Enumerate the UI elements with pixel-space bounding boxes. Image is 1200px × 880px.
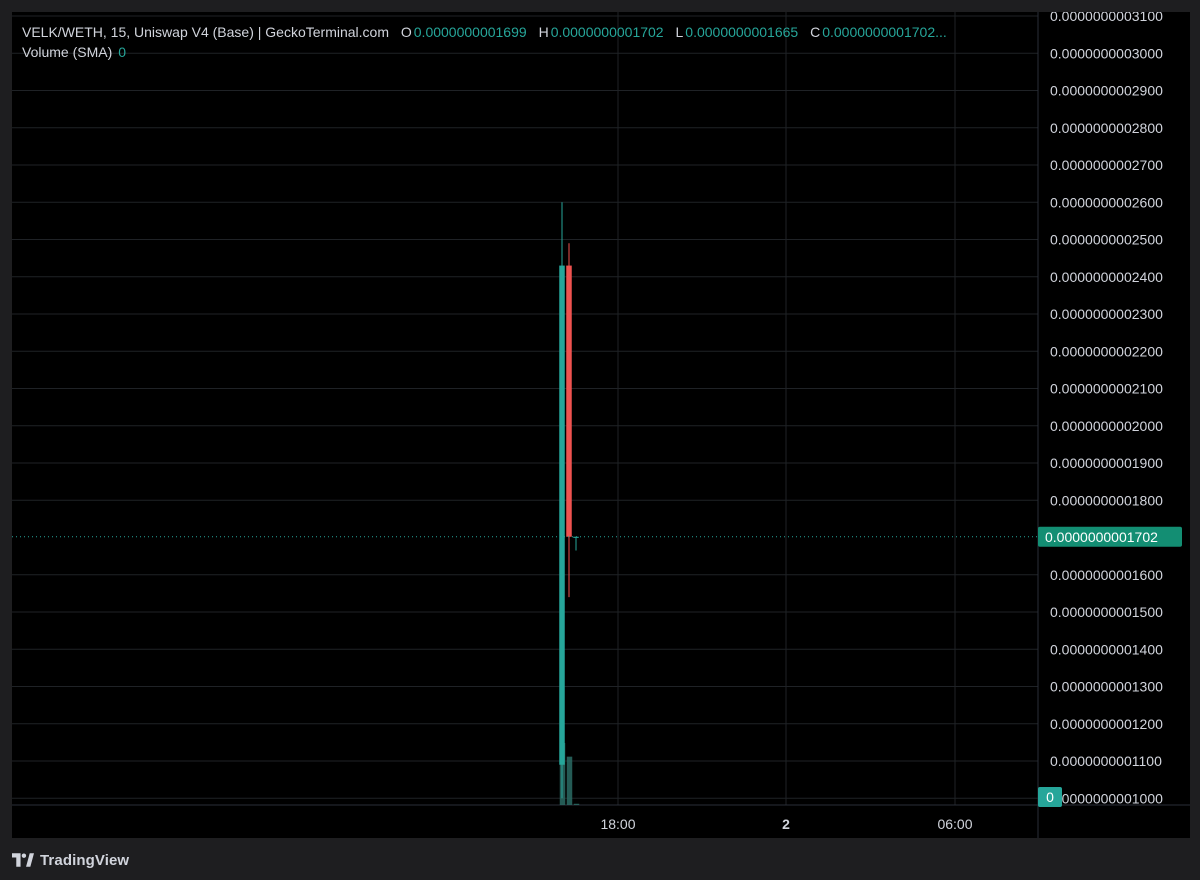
chart-panel[interactable]: 0.0000000003100 0.0000000003000 0.00000000… — [12, 12, 1190, 838]
high-key: H — [538, 24, 549, 40]
chart-frame: 0.0000000003100 0.0000000003000 0.00000000… — [0, 0, 1200, 880]
volume-legend-row: Volume (SMA) 0 — [22, 42, 947, 62]
y-tick-label: 0.0000000002500 — [1050, 232, 1163, 248]
y-tick-label: 0.0000000001100 — [1050, 753, 1162, 769]
y-tick-label: 0.0000000002600 — [1050, 194, 1163, 210]
y-tick-label: 0.0000000002200 — [1050, 343, 1163, 359]
price-axis[interactable]: 0.0000000003100 0.0000000003000 0.00000000… — [1050, 12, 1163, 806]
y-tick-label: 0.0000000002400 — [1050, 269, 1163, 285]
y-tick-label: 0.0000000001000 — [1050, 790, 1163, 806]
volume-label[interactable]: Volume (SMA) — [22, 44, 112, 60]
ohlc-legend-row: VELK/WETH, 15, Uniswap V4 (Base) | Gecko… — [22, 22, 947, 42]
tradingview-logo-icon — [12, 853, 34, 867]
y-tick-label: 0.0000000001300 — [1050, 679, 1163, 695]
high-value: 0.0000000001702 — [550, 24, 664, 40]
y-tick-label: 0.0000000001200 — [1050, 716, 1163, 732]
x-tick-label: 18:00 — [600, 816, 635, 832]
volume-value: 0 — [118, 44, 127, 60]
low-value: 0.0000000001665 — [685, 24, 799, 40]
y-tick-label: 0.0000000002700 — [1050, 157, 1163, 173]
close-value: 0.0000000001702... — [822, 24, 947, 40]
symbol-title[interactable]: VELK/WETH, 15, Uniswap V4 (Base) | Gecko… — [22, 24, 389, 40]
close-key: C — [810, 24, 821, 40]
current-price-label: 0.0000000001702 — [1045, 529, 1158, 545]
open-key: O — [400, 24, 412, 40]
open-value: 0.0000000001699 — [413, 24, 527, 40]
grid-lines — [12, 12, 1190, 838]
y-tick-label: 0.0000000002800 — [1050, 120, 1163, 136]
candle-body — [566, 265, 572, 537]
candle-body — [559, 265, 565, 765]
tradingview-branding[interactable]: TradingView — [12, 850, 129, 870]
y-tick-label: 0.0000000001600 — [1050, 567, 1163, 583]
y-tick-label: 0.0000000001900 — [1050, 455, 1163, 471]
volume-value-label: 0 — [1046, 789, 1054, 805]
tradingview-wordmark: TradingView — [40, 851, 130, 869]
y-tick-label: 0.0000000001500 — [1050, 604, 1163, 620]
y-tick-label: 0.0000000003100 — [1050, 12, 1163, 24]
y-tick-label: 0.0000000001400 — [1050, 641, 1163, 657]
y-tick-label: 0.0000000002000 — [1050, 418, 1163, 434]
candlestick-chart[interactable]: 0.0000000003100 0.0000000003000 0.00000000… — [12, 12, 1190, 838]
x-tick-label: 06:00 — [937, 816, 972, 832]
y-tick-label: 0.0000000002900 — [1050, 83, 1163, 99]
volume-bar — [566, 756, 573, 805]
chart-legend: VELK/WETH, 15, Uniswap V4 (Base) | Gecko… — [22, 22, 947, 62]
y-tick-label: 0.0000000002100 — [1050, 381, 1163, 397]
y-tick-label: 0.0000000001800 — [1050, 492, 1163, 508]
y-tick-label: 0.0000000003000 — [1050, 45, 1163, 61]
x-tick-label: 2 — [782, 816, 790, 832]
price-overlay: 0.0000000001702 0 — [12, 526, 1182, 807]
volume-bar — [573, 803, 580, 805]
y-tick-label: 0.0000000002300 — [1050, 306, 1163, 322]
low-key: L — [675, 24, 684, 40]
time-axis[interactable]: 18:00 2 06:00 — [600, 816, 972, 832]
